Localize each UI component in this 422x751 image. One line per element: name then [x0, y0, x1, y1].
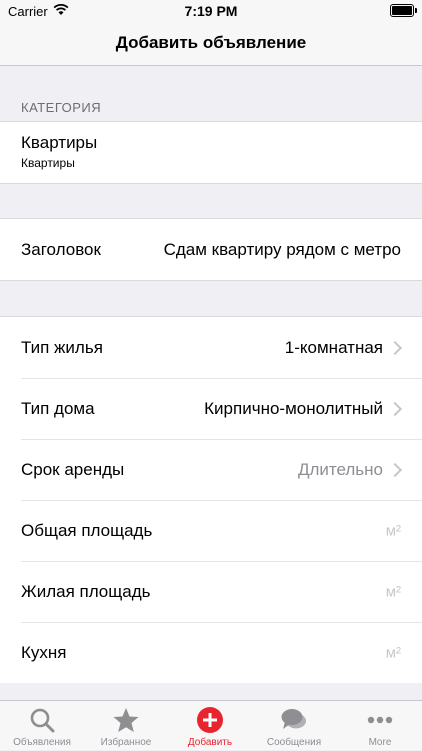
building-type-value: Кирпично-монолитный: [204, 398, 383, 418]
navigation-bar: Добавить объявление: [0, 22, 422, 66]
tab-label: Добавить: [187, 737, 233, 748]
add-icon: [197, 707, 223, 733]
details-group: Тип жилья 1-комнатная Тип дома Кирпично-…: [0, 316, 422, 683]
clock: 7:19 PM: [184, 3, 238, 19]
tab-label: More: [368, 737, 392, 748]
headline-group: Заголовок Сдам квартиру рядом с метро: [0, 218, 422, 281]
star-icon: [113, 708, 139, 732]
building-type-row[interactable]: Тип дома Кирпично-монолитный: [0, 378, 422, 439]
total-area-unit: м²: [385, 522, 401, 539]
tab-bar: Объявления Избранное Добавить Сообщения …: [0, 700, 422, 750]
kitchen-area-row[interactable]: Кухня м²: [0, 622, 422, 683]
living-area-row[interactable]: Жилая площадь м²: [0, 561, 422, 622]
category-section-header: КАТЕГОРИЯ: [21, 100, 102, 115]
kitchen-area-label: Кухня: [21, 642, 67, 662]
total-area-row[interactable]: Общая площадь м²: [0, 500, 422, 561]
total-area-label: Общая площадь: [21, 520, 153, 540]
chevron-right-icon: [387, 340, 403, 355]
search-icon: [30, 708, 55, 733]
tab-listings[interactable]: Объявления: [0, 701, 84, 751]
kitchen-area-unit: м²: [385, 644, 401, 661]
page-title: Добавить объявление: [115, 33, 307, 52]
tab-favorites[interactable]: Избранное: [84, 701, 168, 751]
rental-term-label: Срок аренды: [21, 459, 125, 479]
chevron-right-icon: [387, 462, 403, 477]
tab-label: Избранное: [100, 737, 152, 748]
building-type-label: Тип дома: [21, 398, 95, 418]
tab-label: Объявления: [13, 737, 71, 748]
headline-value[interactable]: Сдам квартиру рядом с метро: [164, 240, 401, 260]
rental-term-value: Длительно: [297, 459, 383, 479]
housing-type-label: Тип жилья: [21, 337, 103, 357]
headline-row[interactable]: Заголовок Сдам квартиру рядом с метро: [0, 219, 422, 280]
category-subtitle: Квартиры: [21, 156, 75, 170]
housing-type-row[interactable]: Тип жилья 1-комнатная: [0, 317, 422, 378]
housing-type-value: 1-комнатная: [284, 337, 383, 357]
rental-term-row[interactable]: Срок аренды Длительно: [0, 439, 422, 500]
chat-icon: [281, 709, 306, 729]
living-area-label: Жилая площадь: [21, 581, 151, 601]
more-icon: [367, 716, 393, 724]
chevron-right-icon: [387, 401, 403, 416]
category-group: Квартиры Квартиры: [0, 121, 422, 184]
tab-add[interactable]: Добавить: [168, 701, 252, 751]
headline-label: Заголовок: [21, 239, 101, 259]
tab-messages[interactable]: Сообщения: [252, 701, 336, 751]
category-title: Квартиры: [21, 133, 98, 152]
tab-more[interactable]: More: [338, 701, 422, 751]
battery-icon: [390, 4, 417, 17]
category-row[interactable]: Квартиры Квартиры: [0, 122, 422, 183]
status-bar: Carrier 7:19 PM: [0, 0, 422, 22]
tab-label: Сообщения: [266, 737, 322, 748]
living-area-unit: м²: [385, 583, 401, 600]
